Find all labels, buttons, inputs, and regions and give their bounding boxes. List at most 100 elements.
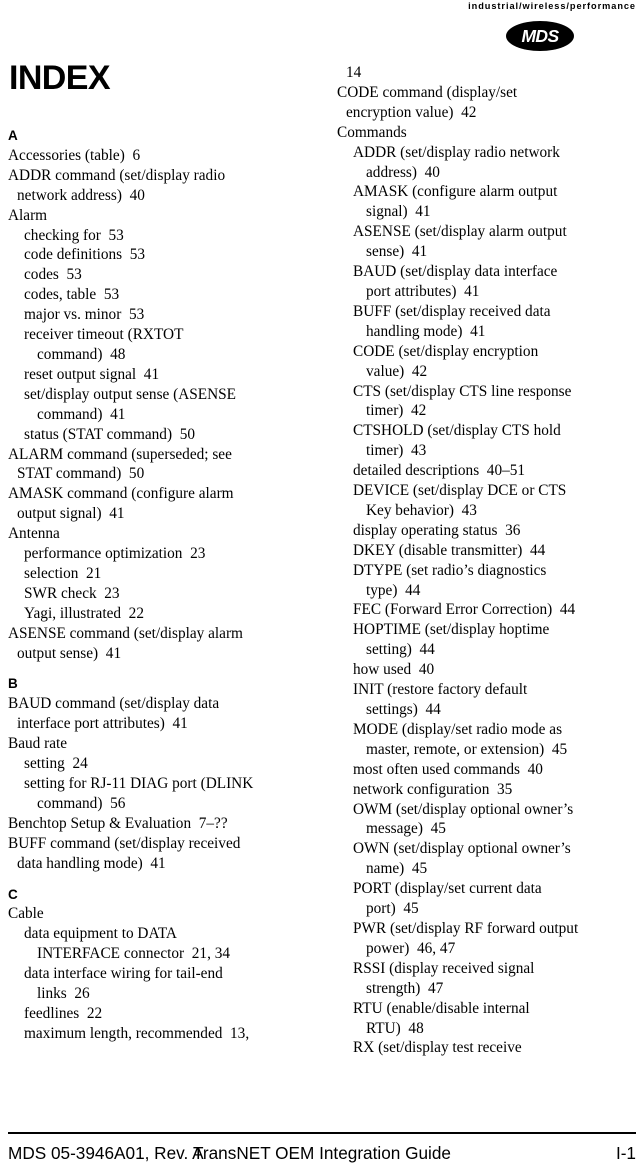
index-entry: DKEY (disable transmitter) 44 [353,541,546,559]
index-entry: port attributes) 41 [366,282,480,300]
index-entry: performance optimization 23 [24,545,206,563]
index-entry: Antenna [8,525,60,543]
index-entry: HOPTIME (set/display hoptime [353,621,550,639]
mds-logo: MDS [506,21,574,51]
index-entry: BAUD (set/display data interface [353,263,558,281]
index-entry: power) 46, 47 [366,939,456,957]
header-tagline: industrial/wireless/performance [468,1,636,11]
index-entry: ASENSE (set/display alarm output [353,223,567,241]
index-entry: Accessories (table) 6 [8,146,141,164]
index-entry: codes, table 53 [24,286,120,304]
index-entry: master, remote, or extension) 45 [366,740,568,758]
index-entry: network address) 40 [17,186,145,204]
index-entry: sense) 41 [366,243,428,261]
index-entry: settings) 44 [366,701,441,718]
index-entry: Baud rate [8,735,68,753]
index-entry: setting for RJ-11 DIAG port (DLINK [24,775,254,792]
index-entry: BUFF command (set/display received [8,834,241,852]
index-entry: PORT (display/set current data [353,880,542,898]
index-entry: message) 45 [366,820,446,838]
index-entry: strength) 47 [366,979,444,997]
index-entry: set/display output sense (ASENSE [24,385,237,403]
index-entry: most often used commands 40 [353,760,543,778]
index-letter-heading: A [8,128,18,143]
index-entry: status (STAT command) 50 [24,425,195,443]
index-entry: address) 40 [366,163,440,181]
index-entry: ADDR command (set/display radio [8,166,226,184]
index-entry: setting 24 [24,755,88,773]
index-entry: RTU) 48 [366,1019,424,1037]
index-entry: reset output signal 41 [24,365,160,383]
index-entry: ADDR (set/display radio network [353,143,560,161]
index-entry: INTERFACE connector 21, 34 [37,945,231,963]
index-entry: selection 21 [24,564,102,582]
index-entry: RSSI (display received signal [353,959,535,977]
index-entry: encryption value) 42 [346,103,477,121]
index-entry: INIT (restore factory default [353,681,528,699]
index-entry: network configuration 35 [353,780,513,798]
index-entry: major vs. minor 53 [24,306,145,324]
index-entry: signal) 41 [366,203,431,221]
index-entry: type) 44 [366,581,421,599]
index-column-right: 14 CODE command (display/set encryption va… [337,63,637,1058]
index-letter-heading: C [8,886,18,902]
index-entry: display operating status 36 [353,521,521,539]
index-entry: AMASK command (configure alarm [8,485,234,503]
index-entry: OWM (set/display optional owner’s [353,800,574,818]
index-entry: MODE (display/set radio mode as [353,720,563,738]
index-entry: BAUD command (set/display data [8,695,220,713]
index-entry: output signal) 41 [17,505,125,523]
index-entry: RTU (enable/disable internal [353,999,530,1017]
index-entry: setting) 44 [366,641,435,659]
logo-text: MDS [521,25,559,46]
index-entry: PWR (set/display RF forward output [353,919,579,937]
index-entry: Benchtop Setup & Evaluation 7–?? [8,814,228,832]
index-entry: command) 56 [37,794,126,812]
index-entry: FEC (Forward Error Correction) 44 [353,601,576,619]
index-entry: detailed descriptions 40–51 [353,462,526,480]
index-entry: codes 53 [24,266,82,284]
index-entry: Commands [337,123,407,141]
index-column-left: A Accessories (table) 6 ADDR command (set/… [8,63,308,1044]
index-entry: ASENSE command (set/display alarm [8,624,243,642]
index-entry: maximum length, recommended 13, [24,1024,250,1042]
index-letter-heading: B [8,676,18,692]
index-entry: timer) 43 [366,442,427,460]
index-entry: value) 42 [366,362,428,380]
index-entry: CTS (set/display CTS line response [353,382,572,400]
index-entry: Yagi, illustrated 22 [24,604,144,622]
index-columns: A Accessories (table) 6 ADDR command (set/… [0,63,644,1125]
index-entry: interface port attributes) 41 [17,715,188,733]
index-entry-list-right: 14 CODE command (display/set encryption va… [337,63,637,1058]
index-entry: receiver timeout (RXTOT [24,326,184,344]
index-entry: CODE command (display/set [337,83,518,101]
index-entry: AMASK (configure alarm output [353,183,558,201]
index-entry: handling mode) 41 [366,322,486,340]
index-entry: port) 45 [366,900,419,918]
index-entry: checking for 53 [24,226,124,244]
index-entry: DEVICE (set/display DCE or CTS [353,482,567,500]
index-entry: links 26 [37,985,90,1003]
index-entry: SWR check 23 [24,584,120,602]
page-footer: MDS 05-3946A01, Rev. A TransNET OEM Inte… [8,1140,636,1168]
index-entry: DTYPE (set radio’s diagnostics [353,561,547,579]
index-entry: Alarm [8,206,48,224]
index-entry: BUFF (set/display received data [353,302,551,320]
index-entry: Cable [8,905,44,923]
footer-page-number: I-1 [615,1143,636,1163]
index-entry: STAT command) 50 [17,465,145,483]
index-entry: data handling mode) 41 [17,854,166,872]
index-entry: RX (set/display test receive [353,1039,522,1057]
footer-document-title: TransNET OEM Integration Guide [193,1143,451,1163]
index-entry: Key behavior) 43 [366,501,477,519]
index-entry: feedlines 22 [24,1004,103,1022]
index-entry: CTSHOLD (set/display CTS hold [353,422,561,440]
index-entry: how used 40 [353,661,435,679]
index-entry: command) 48 [37,345,126,363]
index-entry-list-left: A Accessories (table) 6 ADDR command (set/… [8,126,308,1044]
footer-divider [8,1132,636,1134]
index-entry: output sense) 41 [17,644,122,662]
index-entry: data equipment to DATA [24,925,177,943]
index-entry: command) 41 [37,405,126,423]
index-entry: OWN (set/display optional owner’s [353,840,571,858]
